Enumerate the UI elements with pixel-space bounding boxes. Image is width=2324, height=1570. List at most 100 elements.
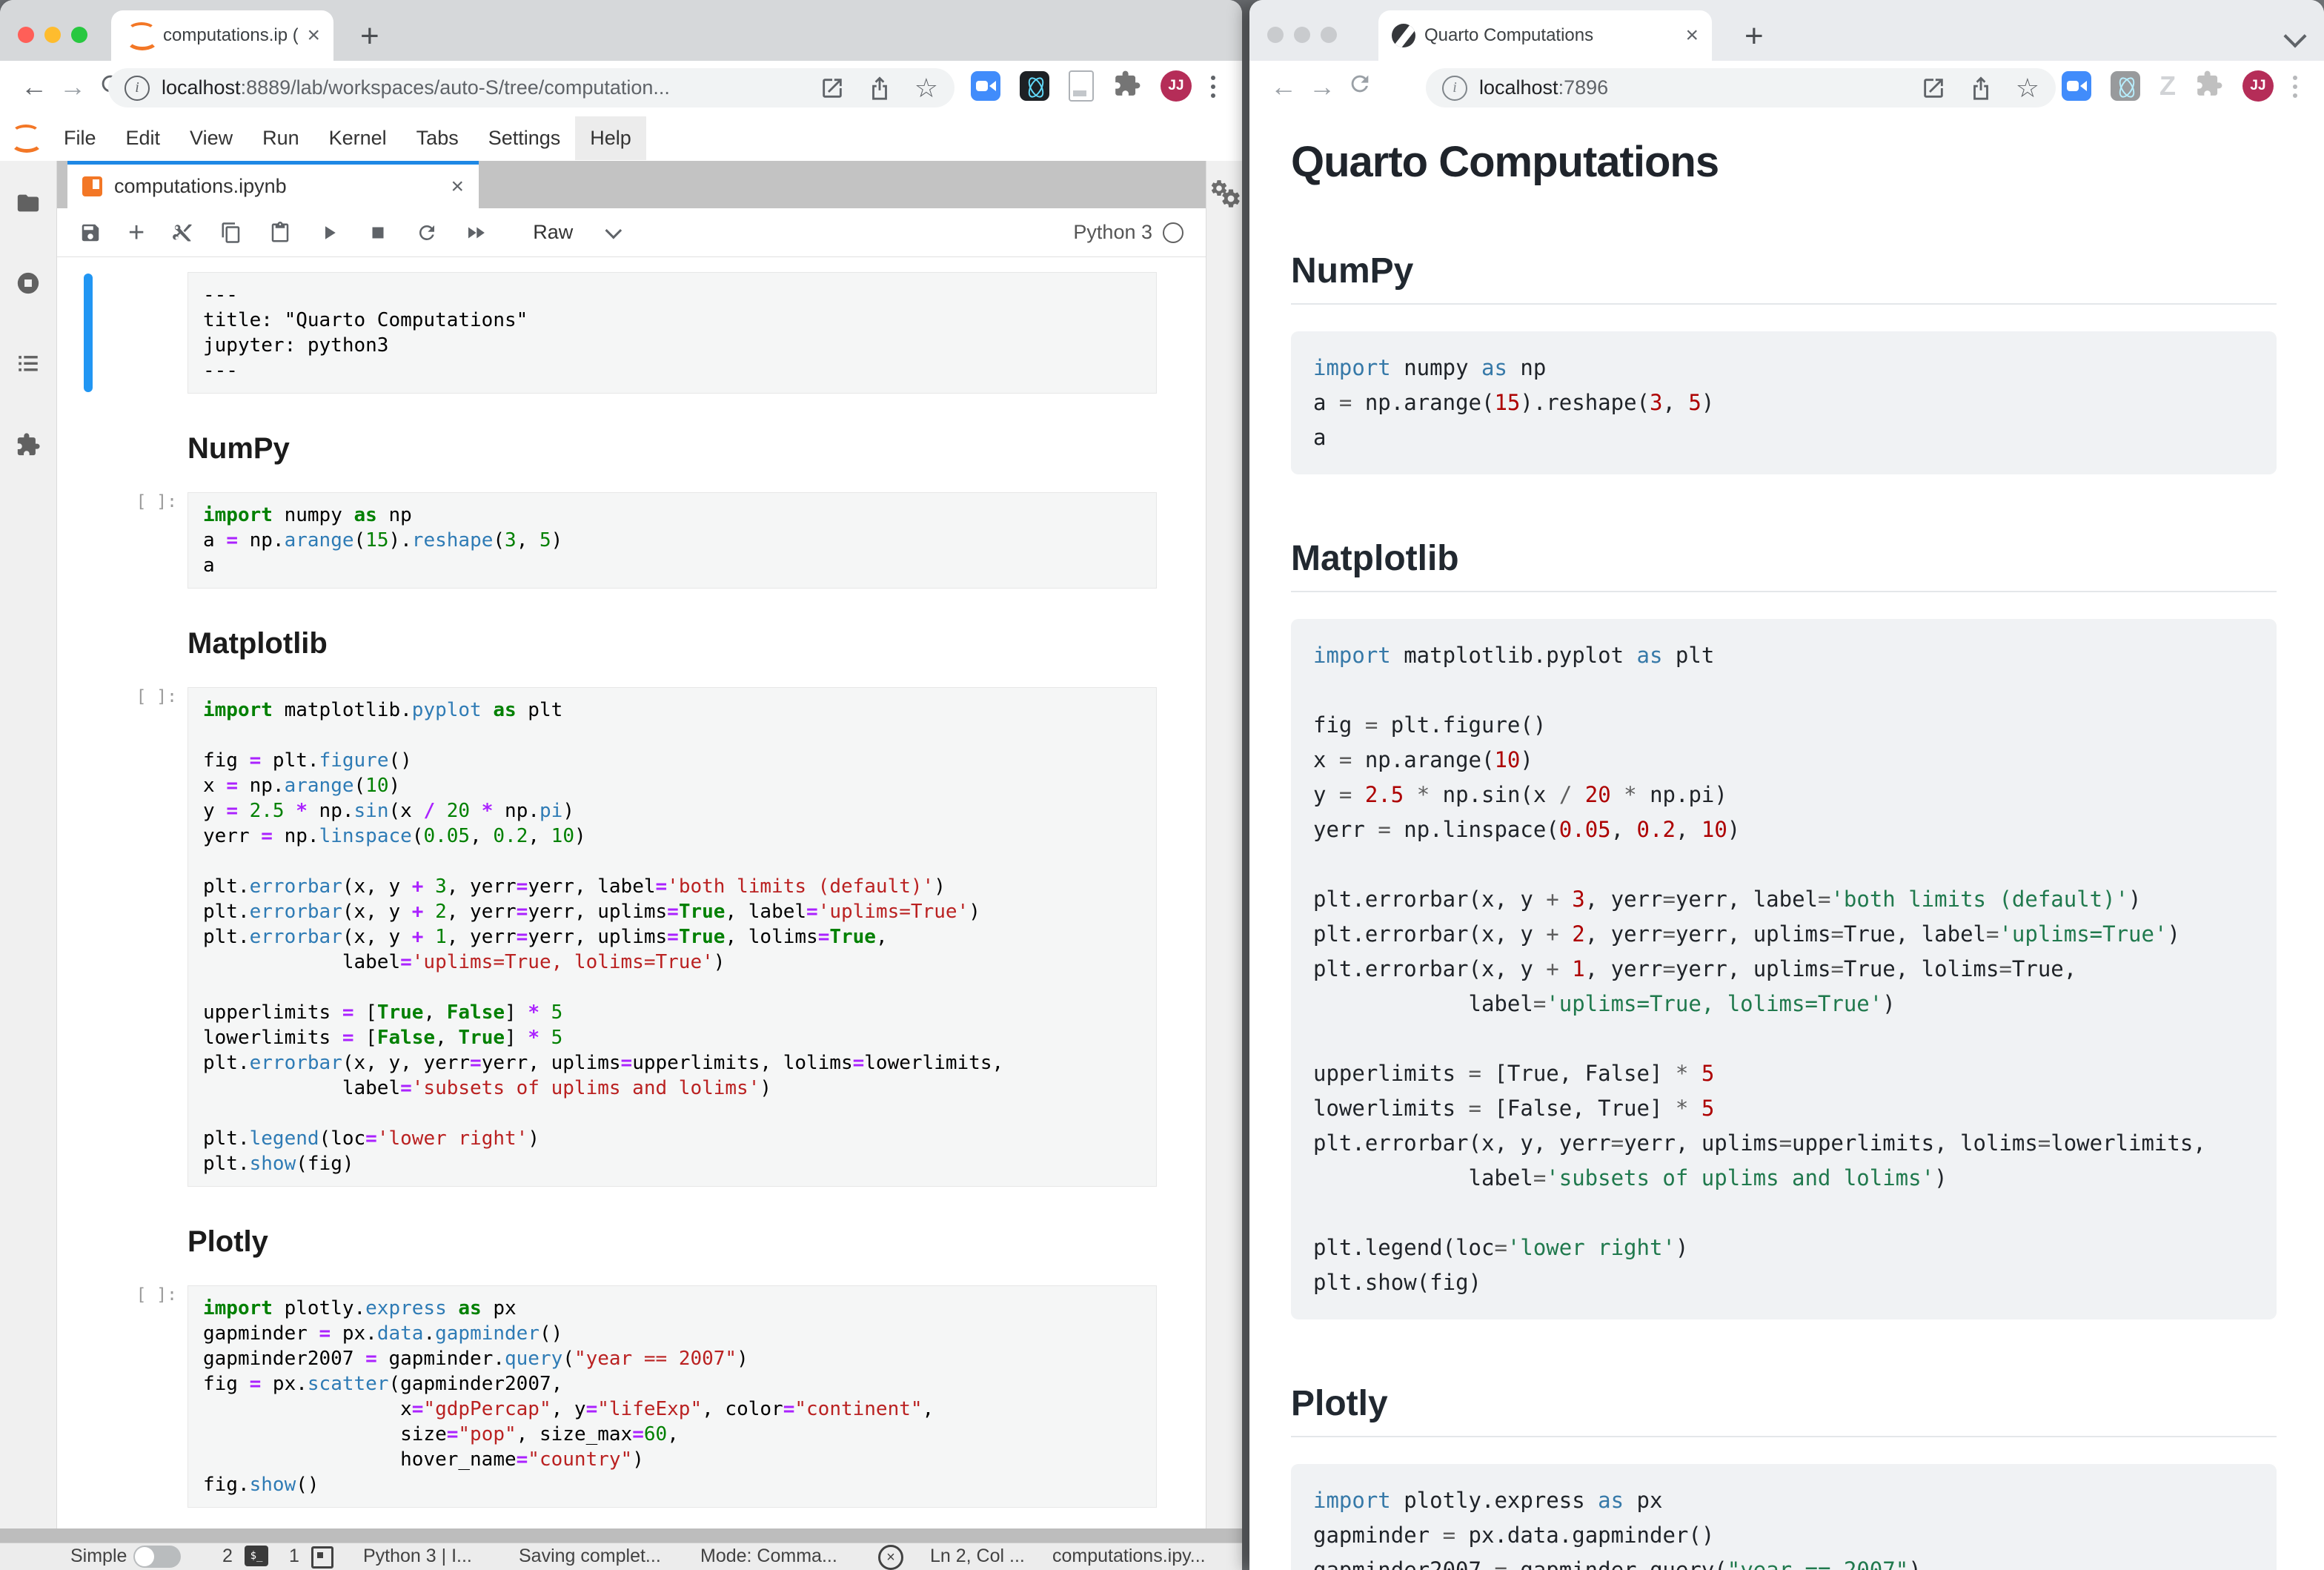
kernel-chip-icon[interactable] [311,1546,333,1569]
profile-avatar[interactable]: JJ [2242,70,2274,102]
mode-indicator[interactable]: Mode: Comma... [700,1546,837,1567]
cut-cell-button[interactable] [171,222,193,244]
paste-cell-button[interactable] [269,222,291,244]
restart-kernel-button[interactable] [416,222,438,244]
reload-icon[interactable] [1347,71,1372,96]
property-inspector-gears-icon[interactable] [1209,179,1239,208]
cell-prompt: [ ]: [136,480,187,511]
omnibox[interactable]: i localhost:8889/lab/workspaces/auto-S/t… [108,68,954,107]
kernel-state[interactable]: Python 3 | I... [363,1546,472,1567]
markdown-heading-numpy[interactable]: NumPy [57,432,1206,466]
z-extension-icon[interactable]: Z [2159,70,2176,102]
site-info-icon[interactable]: i [124,76,150,101]
chrome-menu-icon[interactable] [2293,76,2297,80]
simple-mode-label[interactable]: Simple [70,1546,127,1567]
running-kernels-icon[interactable] [16,271,41,296]
cell-type-dropdown[interactable]: Raw [533,221,617,244]
extensions-puzzle-icon[interactable] [1113,70,1141,102]
saving-status: Saving complet... [519,1546,661,1567]
browser-tab-quarto[interactable]: Quarto Computations × [1378,10,1712,61]
code-cell-plotly[interactable]: import plotly.express as pxgapminder = p… [187,1285,1157,1508]
markdown-heading-matplotlib[interactable]: Matplotlib [57,627,1206,660]
menu-tabs[interactable]: Tabs [402,116,474,160]
kernels-count[interactable]: 1 [289,1546,299,1567]
notebook-tab-close-icon[interactable]: × [451,176,464,198]
menu-settings[interactable]: Settings [474,116,576,160]
share-icon[interactable] [1968,76,1993,101]
cell-prompt: [ ]: [136,675,187,706]
chrome-menu-icon[interactable] [1211,76,1215,80]
tab-close-icon[interactable]: × [1685,24,1699,47]
page-title: Quarto Computations [1291,137,2277,187]
traffic-close-button[interactable] [18,27,34,43]
forward-icon[interactable]: → [59,71,86,102]
traffic-minimize-button[interactable] [1294,27,1310,43]
bookmark-star-icon[interactable]: ☆ [2016,75,2039,102]
extension-manager-icon[interactable] [16,432,41,457]
kernel-indicator[interactable]: Python 3 [1073,221,1183,244]
trust-shield-icon[interactable]: × [878,1545,903,1570]
menu-file[interactable]: File [49,116,111,160]
menu-edit[interactable]: Edit [111,116,176,160]
tab-close-icon[interactable]: × [307,24,320,47]
zoom-extension-icon[interactable] [2062,71,2091,101]
save-button[interactable] [79,222,102,244]
code-cell-plotly-row[interactable]: [ ]: import plotly.express as pxgapminde… [57,1285,1206,1508]
react-devtools-extension-icon[interactable] [1020,71,1049,101]
table-of-contents-icon[interactable] [16,351,41,376]
code-cell-numpy[interactable]: import numpy as npa = np.arange(15).resh… [187,492,1157,589]
back-icon[interactable]: ← [1270,71,1297,102]
restart-run-all-button[interactable] [465,222,487,244]
markdown-heading-plotly[interactable]: Plotly [57,1225,1206,1259]
add-cell-button[interactable]: + [128,222,145,244]
open-in-new-icon[interactable] [1921,76,1946,101]
url-text[interactable]: localhost:8889/lab/workspaces/auto-S/tre… [162,76,811,99]
terminals-count[interactable]: 2 [222,1546,233,1567]
notebook-tab[interactable]: computations.ipynb × [67,161,479,208]
zoom-extension-icon[interactable] [971,71,1000,101]
new-tab-button[interactable]: + [1744,18,1764,55]
globe-favicon-icon [1392,24,1415,47]
code-block-matplotlib: import matplotlib.pyplot as plt fig = pl… [1291,619,2277,1319]
document-tab-bar: computations.ipynb × [57,161,1206,208]
code-cell-numpy-row[interactable]: [ ]: import numpy as npa = np.arange(15)… [57,492,1206,589]
file-browser-icon[interactable] [16,191,41,216]
chevron-down-icon [605,222,622,239]
run-cell-button[interactable] [318,222,340,244]
section-rule [1291,591,2277,592]
menu-run[interactable]: Run [248,116,314,160]
jupyterlab-statusbar: Simple 2 $_ 1 Python 3 | I... Saving com… [0,1543,1242,1570]
extensions-puzzle-icon[interactable] [2195,70,2223,102]
section-rule [1291,1436,2277,1437]
omnibox[interactable]: i localhost:7896 ☆ [1426,68,2056,107]
raw-cell-row[interactable]: ---title: "Quarto Computations"jupyter: … [57,272,1206,394]
traffic-zoom-button[interactable] [71,27,87,43]
code-cell-matplotlib[interactable]: import matplotlib.pyplot as plt fig = pl… [187,687,1157,1187]
browser-tab-jupyter[interactable]: computations.ip (auto-S) - Jup × [111,10,333,61]
simple-mode-toggle[interactable] [133,1546,181,1568]
line-col-indicator[interactable]: Ln 2, Col ... [930,1546,1025,1567]
back-icon[interactable]: ← [21,71,47,102]
react-devtools-extension-icon[interactable] [2111,71,2140,101]
share-icon[interactable] [867,76,892,101]
menu-kernel[interactable]: Kernel [314,116,402,160]
terminal-icon[interactable]: $_ [245,1546,268,1566]
traffic-minimize-button[interactable] [44,27,61,43]
menu-help[interactable]: Help [575,116,646,160]
notes-extension-icon[interactable] [1069,70,1094,102]
traffic-zoom-button[interactable] [1321,27,1337,43]
bookmark-star-icon[interactable]: ☆ [914,75,938,102]
code-cell-matplotlib-row[interactable]: [ ]: import matplotlib.pyplot as plt fig… [57,687,1206,1187]
menu-view[interactable]: View [175,116,248,160]
new-tab-button[interactable]: + [360,18,379,55]
open-in-new-icon[interactable] [820,76,845,101]
profile-avatar[interactable]: JJ [1161,70,1192,102]
copy-cell-button[interactable] [220,222,242,244]
forward-icon[interactable]: → [1309,71,1335,102]
tab-search-chevron-icon[interactable] [2283,24,2306,47]
raw-cell-editor[interactable]: ---title: "Quarto Computations"jupyter: … [187,272,1157,394]
url-text[interactable]: localhost:7896 [1479,76,1912,99]
interrupt-kernel-button[interactable] [367,222,389,244]
traffic-close-button[interactable] [1267,27,1284,43]
site-info-icon[interactable]: i [1442,76,1467,101]
